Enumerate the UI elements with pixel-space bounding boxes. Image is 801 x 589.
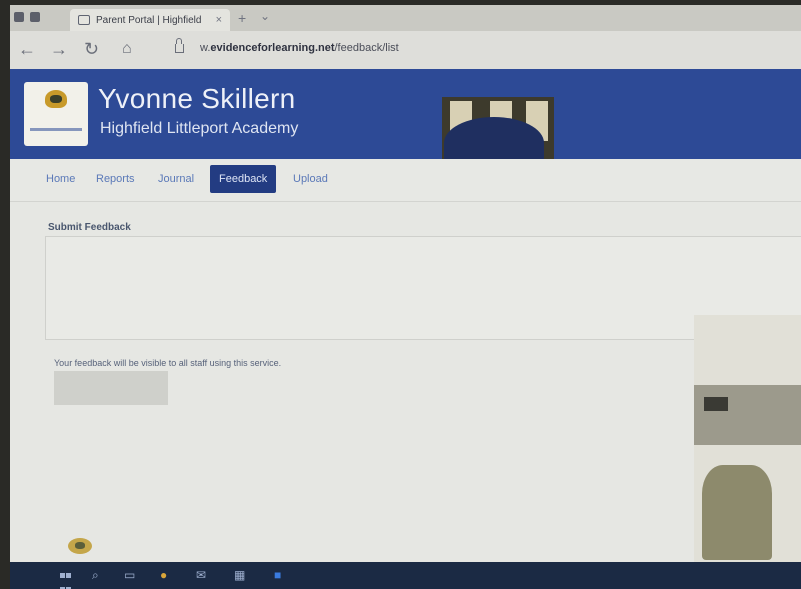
reflection-building	[694, 385, 801, 445]
browser-address-bar: ← → ↻ ⌂ w.evidenceforlearning.net/feedba…	[10, 31, 801, 69]
visibility-note: Your feedback will be visible to all sta…	[54, 358, 282, 368]
chevron-down-icon[interactable]: ⌄	[260, 9, 270, 23]
tab-actions-icon[interactable]	[30, 12, 40, 22]
section-title: Submit Feedback	[48, 222, 131, 233]
home-icon[interactable]: ⌂	[122, 39, 132, 59]
back-arrow-icon[interactable]: ←	[18, 39, 36, 59]
url-field[interactable]: w.evidenceforlearning.net/feedback/list	[200, 42, 399, 54]
submit-button[interactable]	[54, 371, 168, 405]
school-crest-icon	[45, 90, 67, 108]
chrome-icon[interactable]: ●	[160, 568, 167, 582]
site-header: Yvonne Skillern Highfield Littleport Aca…	[10, 69, 801, 169]
store-icon[interactable]: ▦	[234, 568, 245, 582]
nav-home[interactable]: Home	[46, 173, 75, 185]
school-name: Highfield Littleport Academy	[100, 120, 299, 137]
url-prefix: w.	[200, 42, 211, 54]
edge-icon[interactable]: ■	[274, 568, 281, 582]
nav-upload[interactable]: Upload	[293, 173, 328, 185]
forward-arrow-icon[interactable]: →	[50, 39, 68, 59]
page-icon	[78, 15, 90, 25]
window-buttons	[14, 12, 40, 22]
url-path: /feedback/list	[334, 42, 399, 54]
reflection-object	[702, 465, 772, 560]
tab-title: Parent Portal | Highfield	[96, 14, 202, 26]
browser-tab[interactable]: Parent Portal | Highfield ×	[70, 9, 230, 31]
url-domain: evidenceforlearning.net	[210, 42, 335, 54]
window-menu-icon[interactable]	[14, 12, 24, 22]
photographed-screen: Parent Portal | Highfield × + ⌄ ← → ↻ ⌂ …	[10, 5, 801, 589]
footer-logo	[68, 538, 92, 554]
student-name: Yvonne Skillern	[98, 83, 296, 114]
refresh-icon[interactable]: ↻	[84, 39, 99, 59]
windows-icon[interactable]	[60, 568, 72, 589]
mail-icon[interactable]: ✉	[196, 568, 206, 582]
logo-caption	[30, 128, 82, 131]
close-tab-icon[interactable]: ×	[216, 14, 222, 26]
task-view-icon[interactable]: ▭	[124, 568, 135, 582]
browser-tab-bar: Parent Portal | Highfield × + ⌄	[10, 5, 801, 31]
main-nav: Home Reports Journal Feedback Upload	[10, 159, 801, 202]
feedback-textarea[interactable]	[45, 236, 801, 340]
lock-icon	[175, 38, 184, 53]
reflection-artifact	[694, 315, 801, 562]
nav-journal[interactable]: Journal	[158, 173, 194, 185]
new-tab-button[interactable]: +	[238, 10, 246, 26]
school-logo	[24, 82, 88, 146]
search-icon[interactable]: ⌕	[92, 568, 99, 582]
nav-reports[interactable]: Reports	[96, 173, 135, 185]
reflection-artifact	[442, 97, 554, 169]
nav-feedback[interactable]: Feedback	[210, 165, 277, 193]
taskbar: ⌕ ▭ ● ✉ ▦ ■	[10, 562, 801, 589]
